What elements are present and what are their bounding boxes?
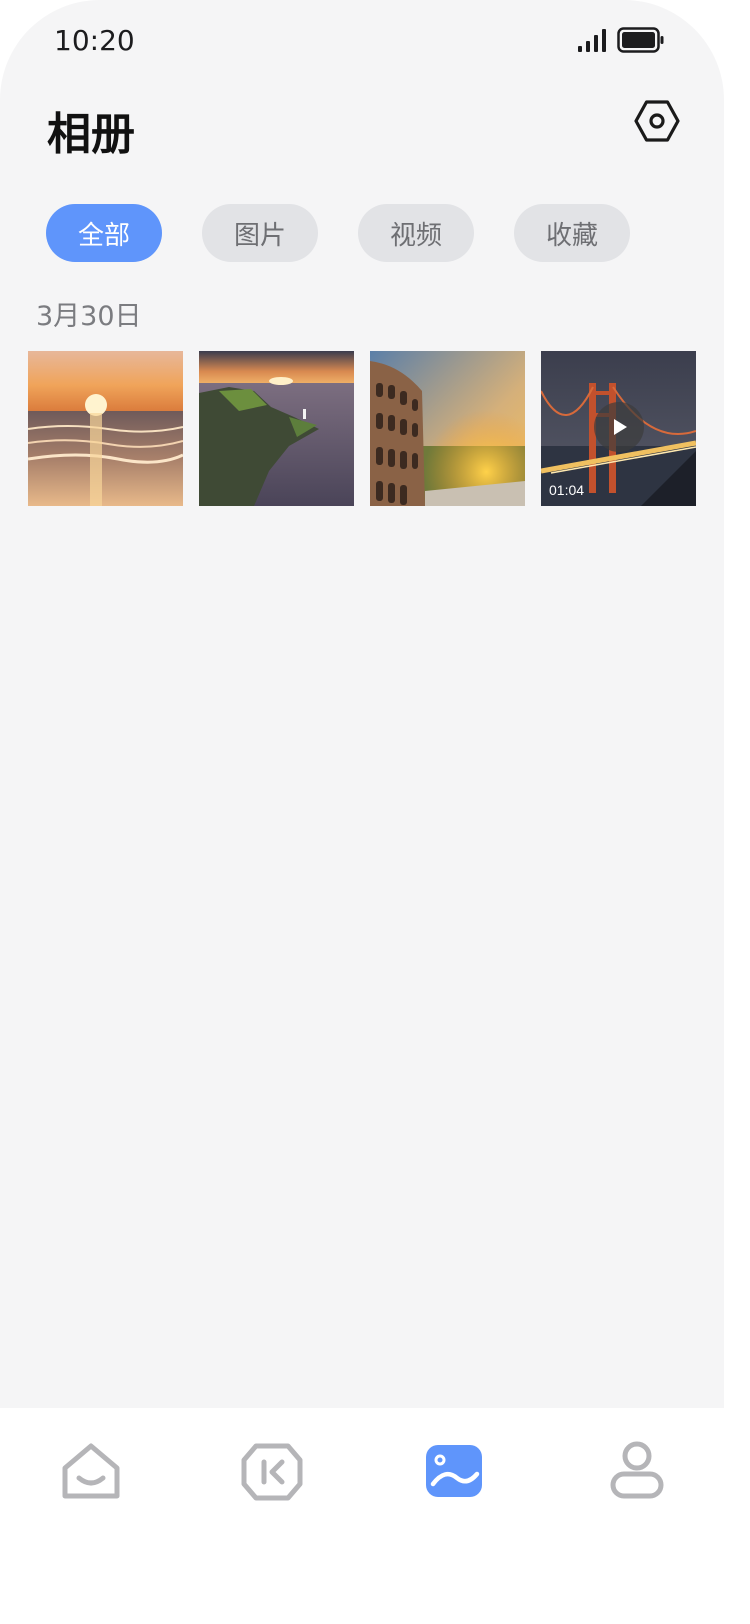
video-icon[interactable]	[240, 1440, 304, 1504]
tab-videos[interactable]: 视频	[358, 204, 474, 262]
sunset-beach-photo	[28, 351, 183, 506]
status-time: 10:20	[54, 24, 135, 57]
video-duration: 01:04	[549, 482, 585, 498]
battery-icon	[617, 27, 664, 53]
tab-all[interactable]: 全部	[46, 204, 162, 262]
phone-screen: 10:20 相册 全部 图片 视频 收藏 3月30日 01:04	[0, 0, 724, 1624]
bottom-navigation	[0, 1408, 724, 1624]
page-title: 相册	[47, 109, 135, 160]
colosseum-sunset-photo	[370, 351, 525, 506]
media-thumb-golden-gate-video[interactable]: 01:04	[541, 351, 696, 506]
media-grid: 01:04	[28, 351, 696, 506]
album-icon[interactable]	[423, 1440, 487, 1504]
profile-icon[interactable]	[605, 1440, 669, 1504]
settings-icon[interactable]	[634, 98, 680, 144]
section-date: 3月30日	[36, 301, 142, 332]
media-thumb-sea-cliff[interactable]	[199, 351, 354, 506]
filter-tabs: 全部 图片 视频 收藏	[46, 204, 630, 262]
tab-favorites[interactable]: 收藏	[514, 204, 630, 262]
media-thumb-colosseum[interactable]	[370, 351, 525, 506]
play-button[interactable]	[594, 402, 644, 452]
signal-icon	[578, 29, 606, 52]
tab-images[interactable]: 图片	[202, 204, 318, 262]
home-icon[interactable]	[59, 1440, 123, 1504]
sea-cliff-lighthouse-photo	[199, 351, 354, 506]
play-icon	[614, 419, 627, 435]
media-thumb-sunset-beach[interactable]	[28, 351, 183, 506]
